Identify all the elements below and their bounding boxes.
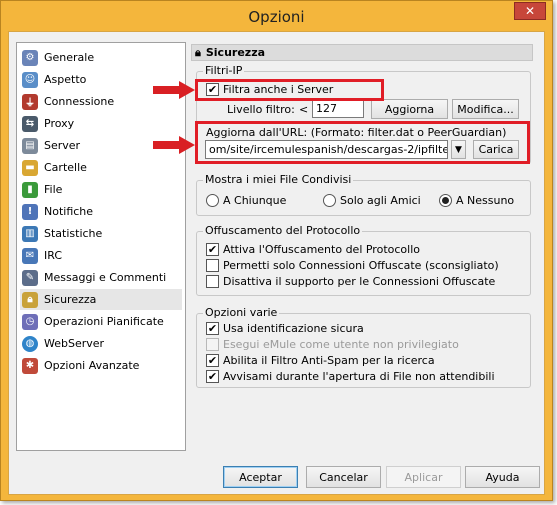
checkbox-box[interactable] xyxy=(206,275,219,288)
sidebar-item-label: Operazioni Pianificate xyxy=(44,315,164,328)
sidebar-item-label: Sicurezza xyxy=(44,293,97,306)
run-unprivileged-checkbox: Esegui eMule come utente non privilegiat… xyxy=(206,338,459,351)
sidebar-item-label: Notifiche xyxy=(44,205,94,218)
sidebar-item-proxy[interactable]: ⇆ Proxy xyxy=(20,113,182,134)
sidebar-item-irc[interactable]: ✉ IRC xyxy=(20,245,182,266)
reload-filter-button[interactable]: Aggiorna xyxy=(371,99,448,119)
sidebar-item-label: Aspetto xyxy=(44,73,87,86)
sidebar-item-label: Messaggi e Commenti xyxy=(44,271,167,284)
checkbox-label: Esegui eMule come utente non privilegiat… xyxy=(223,338,459,351)
sidebar-item-sicurezza[interactable]: 🔒︎ Sicurezza xyxy=(20,289,182,310)
filter-level-input[interactable]: 127 xyxy=(312,99,364,118)
sidebar: ⚙ Generale ☺ Aspetto ⏚ Connessione ⇆ Pro… xyxy=(16,42,186,451)
sidebar-item-label: File xyxy=(44,183,63,196)
untrusted-files-warning-checkbox[interactable]: ✔ Avvisami durante l'apertura di File no… xyxy=(206,370,495,383)
sidebar-item-label: Statistiche xyxy=(44,227,103,240)
window-title: Opzioni xyxy=(248,8,305,26)
sidebar-item-generale[interactable]: ⚙ Generale xyxy=(20,47,182,68)
gears-icon: ⚙ xyxy=(22,49,38,66)
radio-friends[interactable]: Solo agli Amici xyxy=(323,194,421,207)
checkbox-box[interactable]: ✔ xyxy=(206,243,219,256)
secure-ident-checkbox[interactable]: ✔ Usa identificazione sicura xyxy=(206,322,364,335)
folder-icon: ▬ xyxy=(22,159,38,176)
server-icon: ▤ xyxy=(22,137,38,154)
checkbox-box xyxy=(206,338,219,351)
lock-icon: 🔒︎ xyxy=(195,45,201,59)
checkbox-label: Usa identificazione sicura xyxy=(223,322,364,335)
options-window: Opzioni ✕ ⚙ Generale ☺ Aspetto ⏚ Conness… xyxy=(0,0,553,501)
dialog-client-area: ⚙ Generale ☺ Aspetto ⏚ Connessione ⇆ Pro… xyxy=(8,31,545,495)
title-bar[interactable]: Opzioni ✕ xyxy=(1,1,552,33)
ipfilter-legend: Filtri-IP xyxy=(203,64,245,77)
filter-level-operator: < xyxy=(299,103,309,116)
plug-icon: ⏚ xyxy=(22,93,38,110)
sidebar-item-cartelle[interactable]: ▬ Cartelle xyxy=(20,157,182,178)
misc-options-legend: Opzioni varie xyxy=(203,306,280,319)
obfuscation-legend: Offuscamento del Protocollo xyxy=(203,224,363,237)
cancel-button[interactable]: Cancelar xyxy=(306,466,381,488)
antispam-checkbox[interactable]: ✔ Abilita il Filtro Anti-Spam per la ric… xyxy=(206,354,435,367)
red-arrow-icon xyxy=(153,81,195,99)
radio-nobody[interactable]: A Nessuno xyxy=(439,194,514,207)
sidebar-item-statistiche[interactable]: ▥ Statistiche xyxy=(20,223,182,244)
radio-circle[interactable] xyxy=(439,194,452,207)
shared-files-legend: Mostra i miei File Condivisi xyxy=(203,173,354,186)
panel-title: Sicurezza xyxy=(205,46,266,59)
radio-circle[interactable] xyxy=(206,194,219,207)
notification-icon: ! xyxy=(22,203,38,220)
sidebar-item-label: Connessione xyxy=(44,95,115,108)
sidebar-item-avanzate[interactable]: ✱ Opzioni Avanzate xyxy=(20,355,182,376)
irc-icon: ✉ xyxy=(22,247,38,264)
sidebar-item-label: Cartelle xyxy=(44,161,87,174)
highlight-box-update-url xyxy=(195,121,530,164)
checkbox-box[interactable]: ✔ xyxy=(206,322,219,335)
obfuscation-only-checkbox[interactable]: Permetti solo Connessioni Offuscate (sco… xyxy=(206,259,499,272)
person-icon: ☺ xyxy=(22,71,38,88)
sidebar-item-label: WebServer xyxy=(44,337,105,350)
checkbox-label: Disattiva il supporto per le Connessioni… xyxy=(223,275,496,288)
radio-label: A Nessuno xyxy=(456,194,515,207)
statistics-icon: ▥ xyxy=(22,225,38,242)
help-button[interactable]: Ayuda xyxy=(465,466,540,488)
highlight-box-filter-servers xyxy=(195,79,384,101)
checkbox-label: Permetti solo Connessioni Offuscate (sco… xyxy=(223,259,499,272)
sidebar-item-operazioni[interactable]: ◷ Operazioni Pianificate xyxy=(20,311,182,332)
checkbox-label: Attiva l'Offuscamento del Protocollo xyxy=(223,243,420,256)
close-button[interactable]: ✕ xyxy=(514,2,546,20)
file-icon: ▮ xyxy=(22,181,38,198)
checkbox-box[interactable] xyxy=(206,259,219,272)
panel-header: 🔒︎ Sicurezza xyxy=(191,44,533,61)
lock-icon: 🔒︎ xyxy=(22,291,38,308)
sidebar-item-notifiche[interactable]: ! Notifiche xyxy=(20,201,182,222)
sidebar-item-label: Server xyxy=(44,139,81,152)
apply-button: Aplicar xyxy=(386,466,461,488)
radio-everyone[interactable]: A Chiunque xyxy=(206,194,286,207)
red-arrow-icon xyxy=(153,136,195,154)
sidebar-item-label: Opzioni Avanzate xyxy=(44,359,140,372)
proxy-icon: ⇆ xyxy=(22,115,38,132)
messages-icon: ✎ xyxy=(22,269,38,286)
scheduler-icon: ◷ xyxy=(22,313,38,330)
radio-circle[interactable] xyxy=(323,194,336,207)
edit-filter-button[interactable]: Modifica... xyxy=(452,99,519,119)
checkbox-box[interactable]: ✔ xyxy=(206,354,219,367)
checkbox-box[interactable]: ✔ xyxy=(206,370,219,383)
sidebar-item-webserver[interactable]: ◍ WebServer xyxy=(20,333,182,354)
sidebar-item-label: IRC xyxy=(44,249,63,262)
obfuscation-disable-checkbox[interactable]: Disattiva il supporto per le Connessioni… xyxy=(206,275,495,288)
advanced-icon: ✱ xyxy=(22,357,38,374)
sidebar-item-messaggi[interactable]: ✎ Messaggi e Commenti xyxy=(20,267,182,288)
sidebar-item-label: Generale xyxy=(44,51,95,64)
radio-label: Solo agli Amici xyxy=(340,194,421,207)
sidebar-item-label: Proxy xyxy=(44,117,75,130)
radio-label: A Chiunque xyxy=(223,194,287,207)
obfuscation-enable-checkbox[interactable]: ✔ Attiva l'Offuscamento del Protocollo xyxy=(206,243,420,256)
accept-button[interactable]: Aceptar xyxy=(223,466,298,488)
globe-icon: ◍ xyxy=(22,335,38,352)
checkbox-label: Avvisami durante l'apertura di File non … xyxy=(223,370,495,383)
filter-level-label: Livello filtro: xyxy=(227,103,295,116)
sidebar-item-file[interactable]: ▮ File xyxy=(20,179,182,200)
checkbox-label: Abilita il Filtro Anti-Spam per la ricer… xyxy=(223,354,435,367)
